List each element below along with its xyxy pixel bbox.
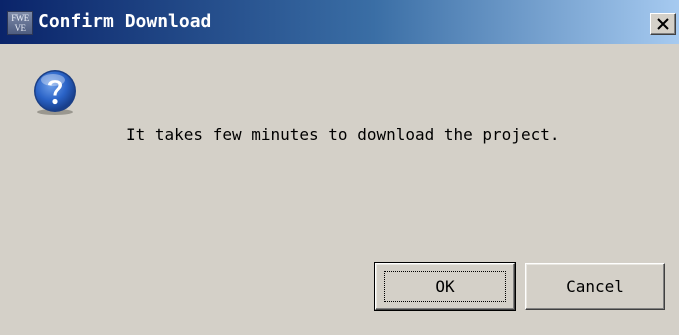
- confirm-download-dialog: FWE VE Confirm Download It takes few min…: [0, 0, 679, 335]
- dialog-message: It takes few minutes to download the pro…: [126, 125, 560, 144]
- cancel-button[interactable]: Cancel: [525, 263, 665, 310]
- question-icon: [34, 70, 76, 115]
- ok-button-label: OK: [435, 277, 455, 296]
- ok-button[interactable]: OK: [374, 262, 516, 311]
- window-title: Confirm Download: [38, 11, 212, 32]
- close-icon: [657, 18, 669, 30]
- app-icon-text-line-1: FWE: [11, 13, 29, 23]
- title-bar[interactable]: FWE VE Confirm Download: [0, 0, 679, 44]
- app-icon-text-line-2: VE: [14, 23, 27, 33]
- app-icon: FWE VE: [7, 11, 33, 35]
- cancel-button-label: Cancel: [566, 277, 624, 296]
- close-button[interactable]: [650, 13, 676, 35]
